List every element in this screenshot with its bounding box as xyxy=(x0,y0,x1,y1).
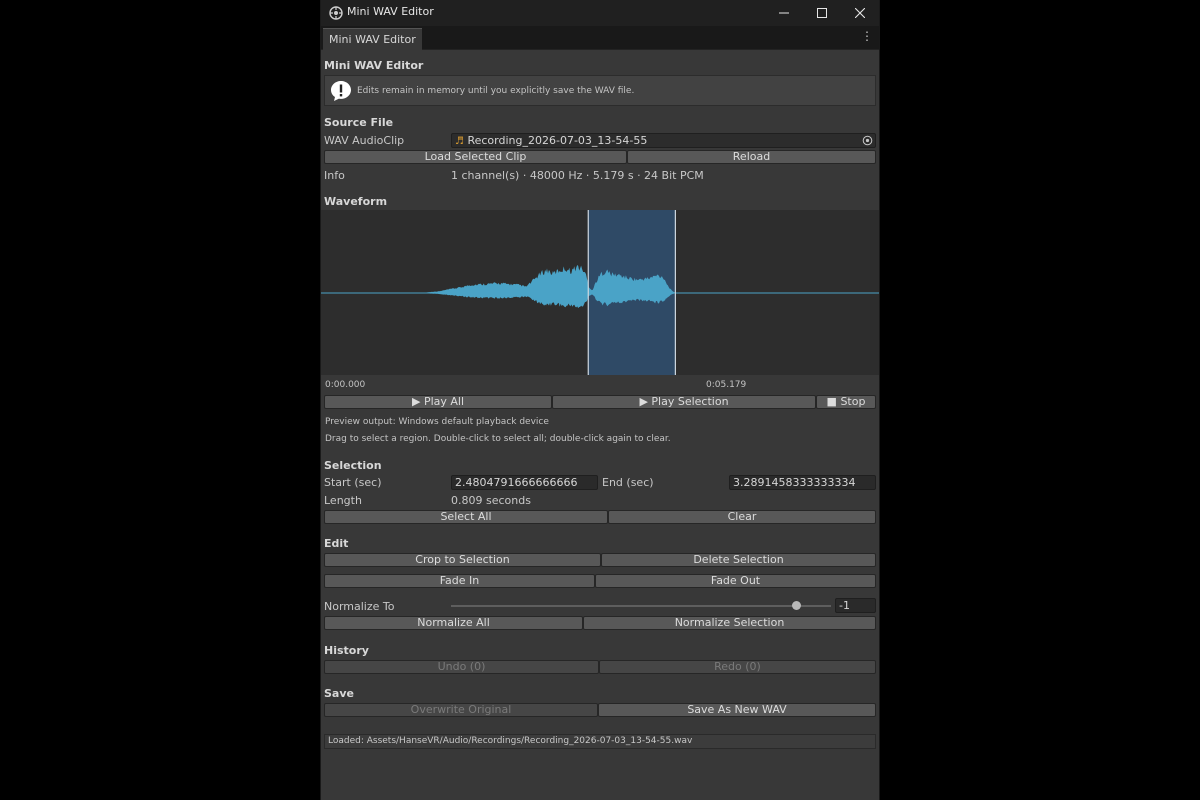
editor-window: Mini WAV Editor Mini WAV Editor ⋮ Mini W… xyxy=(320,0,880,800)
help-text: Edits remain in memory until you explici… xyxy=(357,86,635,96)
time-start-label: 0:00.000 xyxy=(325,380,366,390)
play-selection-label: Play Selection xyxy=(651,395,729,408)
preview-output-text: Preview output: Windows default playback… xyxy=(325,417,549,427)
waveform-view[interactable] xyxy=(321,210,879,375)
tab-menu-icon[interactable]: ⋮ xyxy=(861,29,873,43)
maximize-icon xyxy=(817,8,827,18)
minimize-button[interactable] xyxy=(765,0,803,26)
end-label: End (sec) xyxy=(602,476,654,489)
window-title: Mini WAV Editor xyxy=(347,5,434,18)
stop-icon: ■ xyxy=(826,395,837,408)
app-icon xyxy=(329,6,343,20)
editor-title: Mini WAV Editor xyxy=(324,59,424,72)
start-label: Start (sec) xyxy=(324,476,382,489)
history-header: History xyxy=(324,644,369,657)
play-icon: ▶ xyxy=(639,395,648,408)
end-sec-input[interactable]: 3.2891458333333334 xyxy=(729,475,876,490)
play-icon: ▶ xyxy=(411,395,421,408)
normalize-selection-button[interactable]: Normalize Selection xyxy=(583,616,876,630)
clip-name: Recording_2026-07-03_13-54-55 xyxy=(467,134,648,147)
load-selected-clip-button[interactable]: Load Selected Clip xyxy=(324,150,627,164)
normalize-to-label: Normalize To xyxy=(324,600,395,613)
start-sec-input[interactable]: 2.4804791666666666 xyxy=(451,475,598,490)
normalize-slider-track[interactable] xyxy=(451,605,831,607)
length-label: Length xyxy=(324,494,362,507)
normalize-all-button[interactable]: Normalize All xyxy=(324,616,583,630)
play-selection-button[interactable]: ▶ Play Selection xyxy=(552,395,816,409)
play-all-button[interactable]: ▶ Play All xyxy=(324,395,552,409)
normalize-slider-thumb[interactable] xyxy=(792,601,802,610)
time-end-label: 0:05.179 xyxy=(706,380,747,390)
tab-mini-wav-editor[interactable]: Mini WAV Editor xyxy=(323,28,422,50)
source-file-header: Source File xyxy=(324,116,394,129)
clear-selection-button[interactable]: Clear xyxy=(608,510,876,524)
fade-out-button[interactable]: Fade Out xyxy=(595,574,876,588)
maximize-button[interactable] xyxy=(803,0,841,26)
help-box: Edits remain in memory until you explici… xyxy=(324,75,876,106)
save-header: Save xyxy=(324,687,354,700)
stop-label: Stop xyxy=(840,395,866,408)
tab-strip: Mini WAV Editor ⋮ xyxy=(321,26,879,50)
play-all-label: Play All xyxy=(423,395,465,408)
close-button[interactable] xyxy=(841,0,879,26)
crop-to-selection-button[interactable]: Crop to Selection xyxy=(324,553,601,567)
selection-hint-text: Drag to select a region. Double-click to… xyxy=(325,434,671,444)
edit-header: Edit xyxy=(324,537,349,550)
overwrite-original-button[interactable]: Overwrite Original xyxy=(324,703,598,717)
stop-button[interactable]: ■ Stop xyxy=(816,395,876,409)
delete-selection-button[interactable]: Delete Selection xyxy=(601,553,876,567)
minimize-icon xyxy=(779,12,789,14)
audio-clip-icon: ♬ xyxy=(455,136,464,147)
select-all-button[interactable]: Select All xyxy=(324,510,608,524)
waveform-canvas[interactable] xyxy=(321,210,879,375)
title-bar: Mini WAV Editor xyxy=(321,0,879,26)
save-as-new-wav-button[interactable]: Save As New WAV xyxy=(598,703,876,717)
fade-in-button[interactable]: Fade In xyxy=(324,574,595,588)
object-picker-icon[interactable] xyxy=(862,135,873,146)
selection-header: Selection xyxy=(324,459,382,472)
normalize-value-input[interactable]: -1 xyxy=(835,598,876,613)
status-bar: Loaded: Assets/HanseVR/Audio/Recordings/… xyxy=(324,734,876,749)
info-value: 1 channel(s) · 48000 Hz · 5.179 s · 24 B… xyxy=(451,169,704,182)
redo-button[interactable]: Redo (0) xyxy=(599,660,876,674)
waveform-header: Waveform xyxy=(324,195,388,208)
close-icon xyxy=(855,8,865,18)
clip-label: WAV AudioClip xyxy=(324,134,405,147)
length-value: 0.809 seconds xyxy=(451,494,531,507)
info-label: Info xyxy=(324,169,345,182)
info-icon xyxy=(331,81,351,101)
clip-object-field[interactable]: ♬ Recording_2026-07-03_13-54-55 xyxy=(451,133,876,148)
undo-button[interactable]: Undo (0) xyxy=(324,660,599,674)
reload-button[interactable]: Reload xyxy=(627,150,876,164)
